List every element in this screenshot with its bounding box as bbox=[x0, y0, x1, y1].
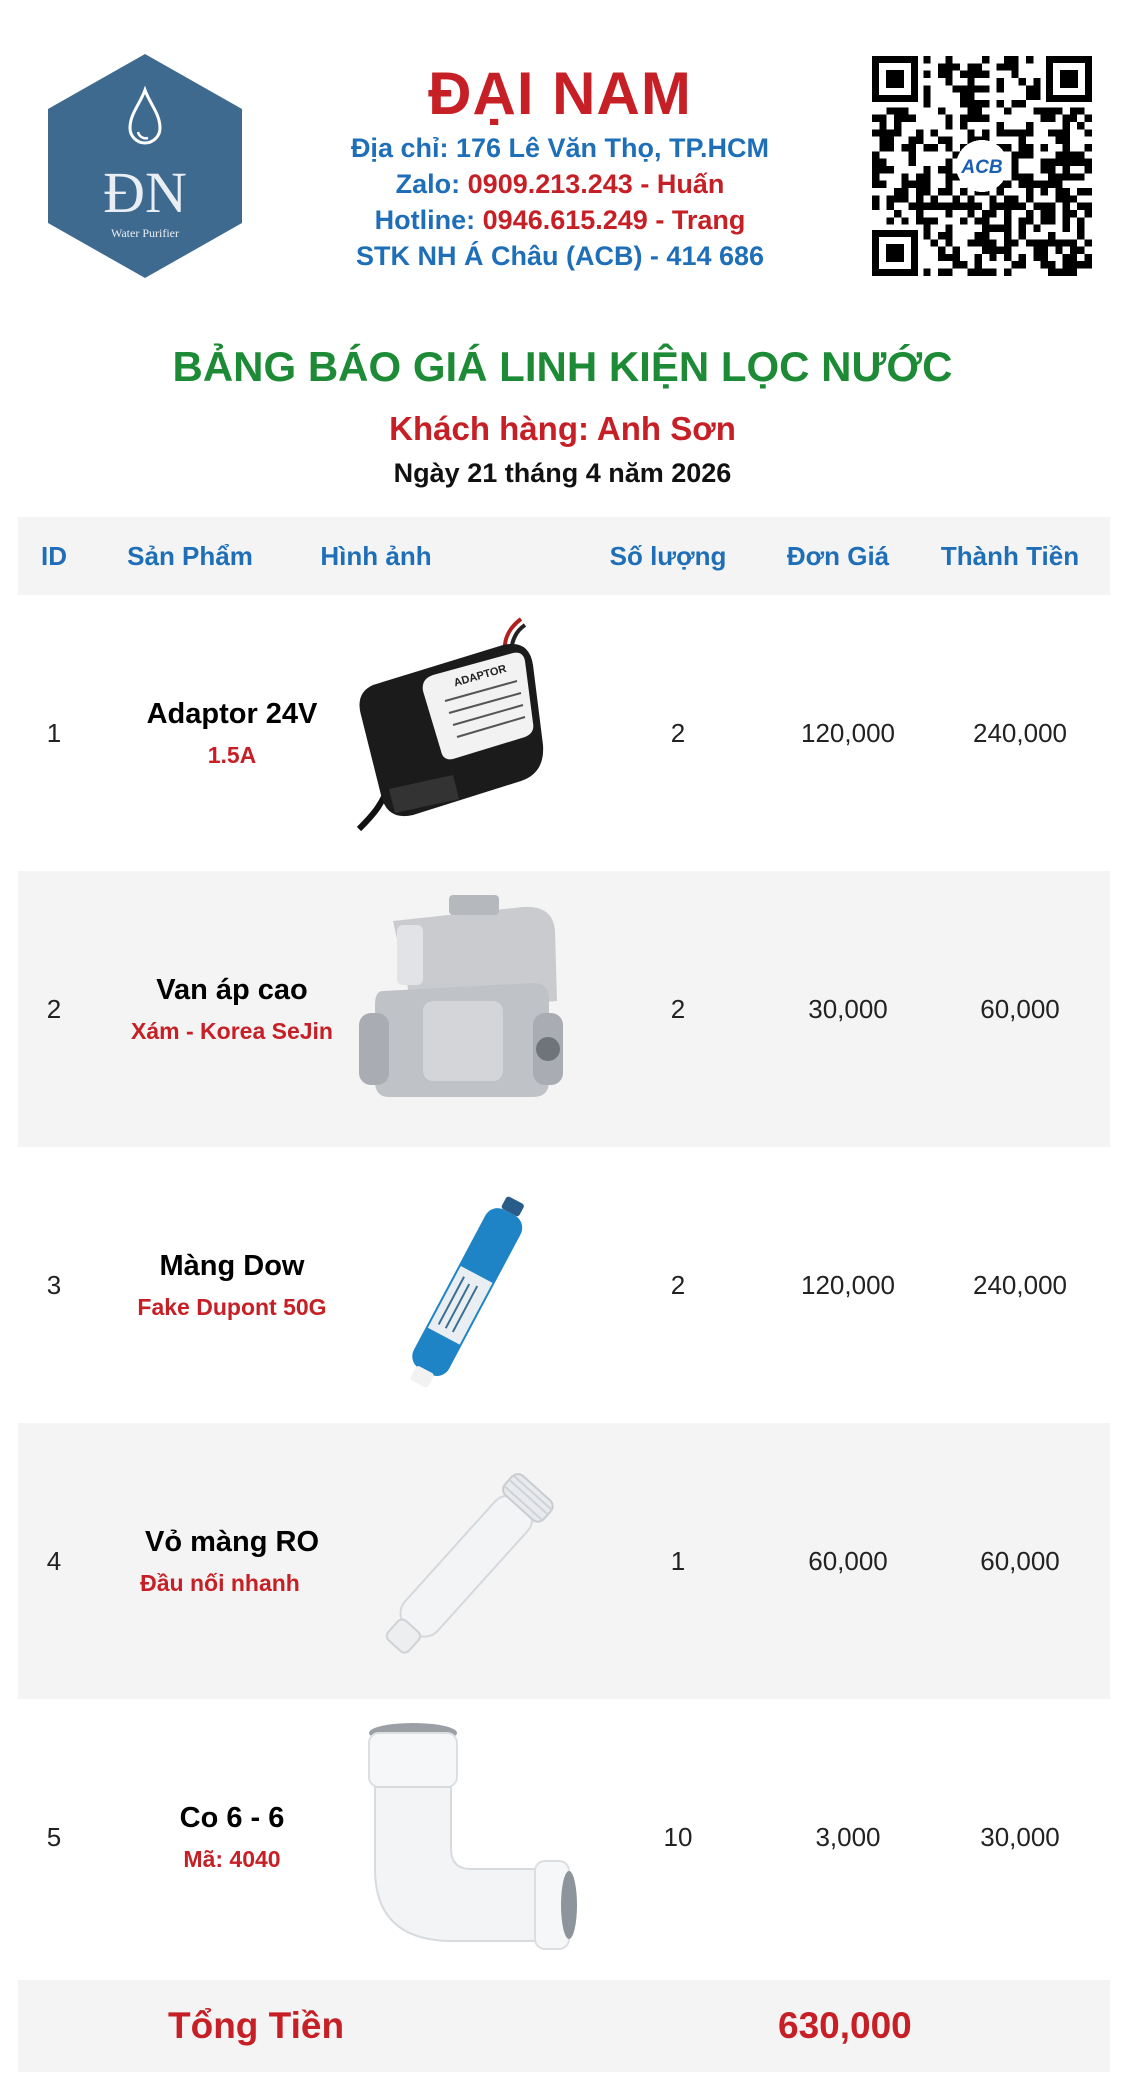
row-id: 5 bbox=[46, 1821, 62, 1852]
row-product: Màng Dow Fake Dupont 50G bbox=[90, 1147, 374, 1423]
row-amount: 60,000 bbox=[980, 993, 1060, 1024]
company-hotline: Hotline: 0946.615.249 - Trang bbox=[374, 205, 746, 235]
row-amount: 240,000 bbox=[973, 1269, 1067, 1300]
ro-housing-image bbox=[385, 1473, 554, 1654]
product-description: Xám - Korea SeJin bbox=[131, 1018, 333, 1044]
row-id: 4 bbox=[46, 1545, 62, 1576]
row-id: 1 bbox=[46, 717, 62, 748]
row-unit-price: 30,000 bbox=[808, 993, 888, 1024]
table-header: ID Sản Phẩm Hình ảnh Số lượng Đơn Giá Th… bbox=[18, 517, 1110, 595]
total-label: Tổng Tiền bbox=[168, 2005, 345, 2046]
elbow-fitting-image bbox=[368, 1723, 577, 1950]
header-image: Hình ảnh bbox=[320, 541, 432, 571]
company-zalo: Zalo: 0909.213.243 - Huấn bbox=[395, 169, 725, 199]
product-description: Mã: 4040 bbox=[183, 1846, 281, 1872]
row-amount: 30,000 bbox=[980, 1821, 1060, 1852]
table-row: 2 Van áp cao Xám - Korea SeJin 2 30,000 … bbox=[18, 871, 1110, 1147]
header-unit-price: Đơn Giá bbox=[786, 541, 890, 571]
adaptor-image: ADAPTOR bbox=[356, 617, 544, 832]
header-product: Sản Phẩm bbox=[127, 541, 253, 571]
row-unit-price: 60,000 bbox=[808, 1545, 888, 1576]
ro-membrane-image bbox=[410, 1196, 524, 1388]
row-amount: 240,000 bbox=[973, 717, 1067, 748]
row-product: Co 6 - 6 Mã: 4040 bbox=[90, 1699, 374, 1975]
header-id: ID bbox=[41, 541, 67, 571]
total-value: 630,000 bbox=[778, 2005, 912, 2046]
row-product: Adaptor 24V 1.5A bbox=[90, 595, 374, 871]
table-row: 4 Vỏ màng RO Đầu nối nhanh 1 60,000 60,0… bbox=[18, 1423, 1110, 1699]
product-description: Fake Dupont 50G bbox=[137, 1294, 327, 1320]
company-logo: ĐN Water Purifier bbox=[48, 54, 242, 278]
row-unit-price: 120,000 bbox=[801, 717, 895, 748]
product-name: Vỏ màng RO bbox=[144, 1526, 319, 1558]
row-product: Van áp cao Xám - Korea SeJin bbox=[90, 871, 374, 1147]
product-name: Màng Dow bbox=[159, 1250, 305, 1282]
product-name: Adaptor 24V bbox=[146, 698, 318, 730]
company-bank-account: STK NH Á Châu (ACB) - 414 686 bbox=[355, 241, 765, 271]
customer-name: Khách hàng: Anh Sơn bbox=[389, 410, 736, 447]
high-pressure-valve-image bbox=[359, 895, 563, 1097]
logo-tagline: Water Purifier bbox=[111, 226, 179, 240]
table-row: 3 Màng Dow Fake Dupont 50G 2 120,000 240… bbox=[18, 1147, 1110, 1423]
product-name: Van áp cao bbox=[156, 974, 308, 1006]
company-name: ĐẠI NAM bbox=[428, 60, 692, 127]
qr-badge: ACB bbox=[960, 157, 1002, 178]
row-unit-price: 3,000 bbox=[815, 1821, 881, 1852]
company-address: Địa chỉ: 176 Lê Văn Thọ, TP.HCM bbox=[350, 133, 770, 163]
product-name: Co 6 - 6 bbox=[179, 1802, 285, 1834]
header-amount: Thành Tiền bbox=[940, 541, 1080, 571]
quote-date: Ngày 21 tháng 4 năm 2026 bbox=[393, 458, 732, 488]
product-description: 1.5A bbox=[207, 742, 257, 768]
qr-code: ACB bbox=[872, 56, 1092, 276]
row-product: Vỏ màng RO Đầu nối nhanh bbox=[90, 1423, 374, 1699]
company-info: ĐẠI NAM Địa chỉ: 176 Lê Văn Thọ, TP.HCM … bbox=[280, 58, 840, 274]
document-title: BẢNG BÁO GIÁ LINH KIỆN LỌC NƯỚC bbox=[172, 343, 953, 390]
row-amount: 60,000 bbox=[980, 1545, 1060, 1576]
logo-initials: ĐN bbox=[103, 160, 187, 225]
total-row: Tổng Tiền 630,000 bbox=[18, 1980, 1110, 2072]
product-description: Đầu nối nhanh bbox=[140, 1570, 300, 1596]
row-id: 2 bbox=[46, 993, 62, 1024]
row-unit-price: 120,000 bbox=[801, 1269, 895, 1300]
row-id: 3 bbox=[46, 1269, 62, 1300]
table-row: 1 Adaptor 24V 1.5A ADAPTOR 2 120,000 240… bbox=[18, 595, 1110, 871]
table-row: 5 Co 6 - 6 Mã: 4040 10 3,000 30,000 bbox=[18, 1699, 1110, 1975]
